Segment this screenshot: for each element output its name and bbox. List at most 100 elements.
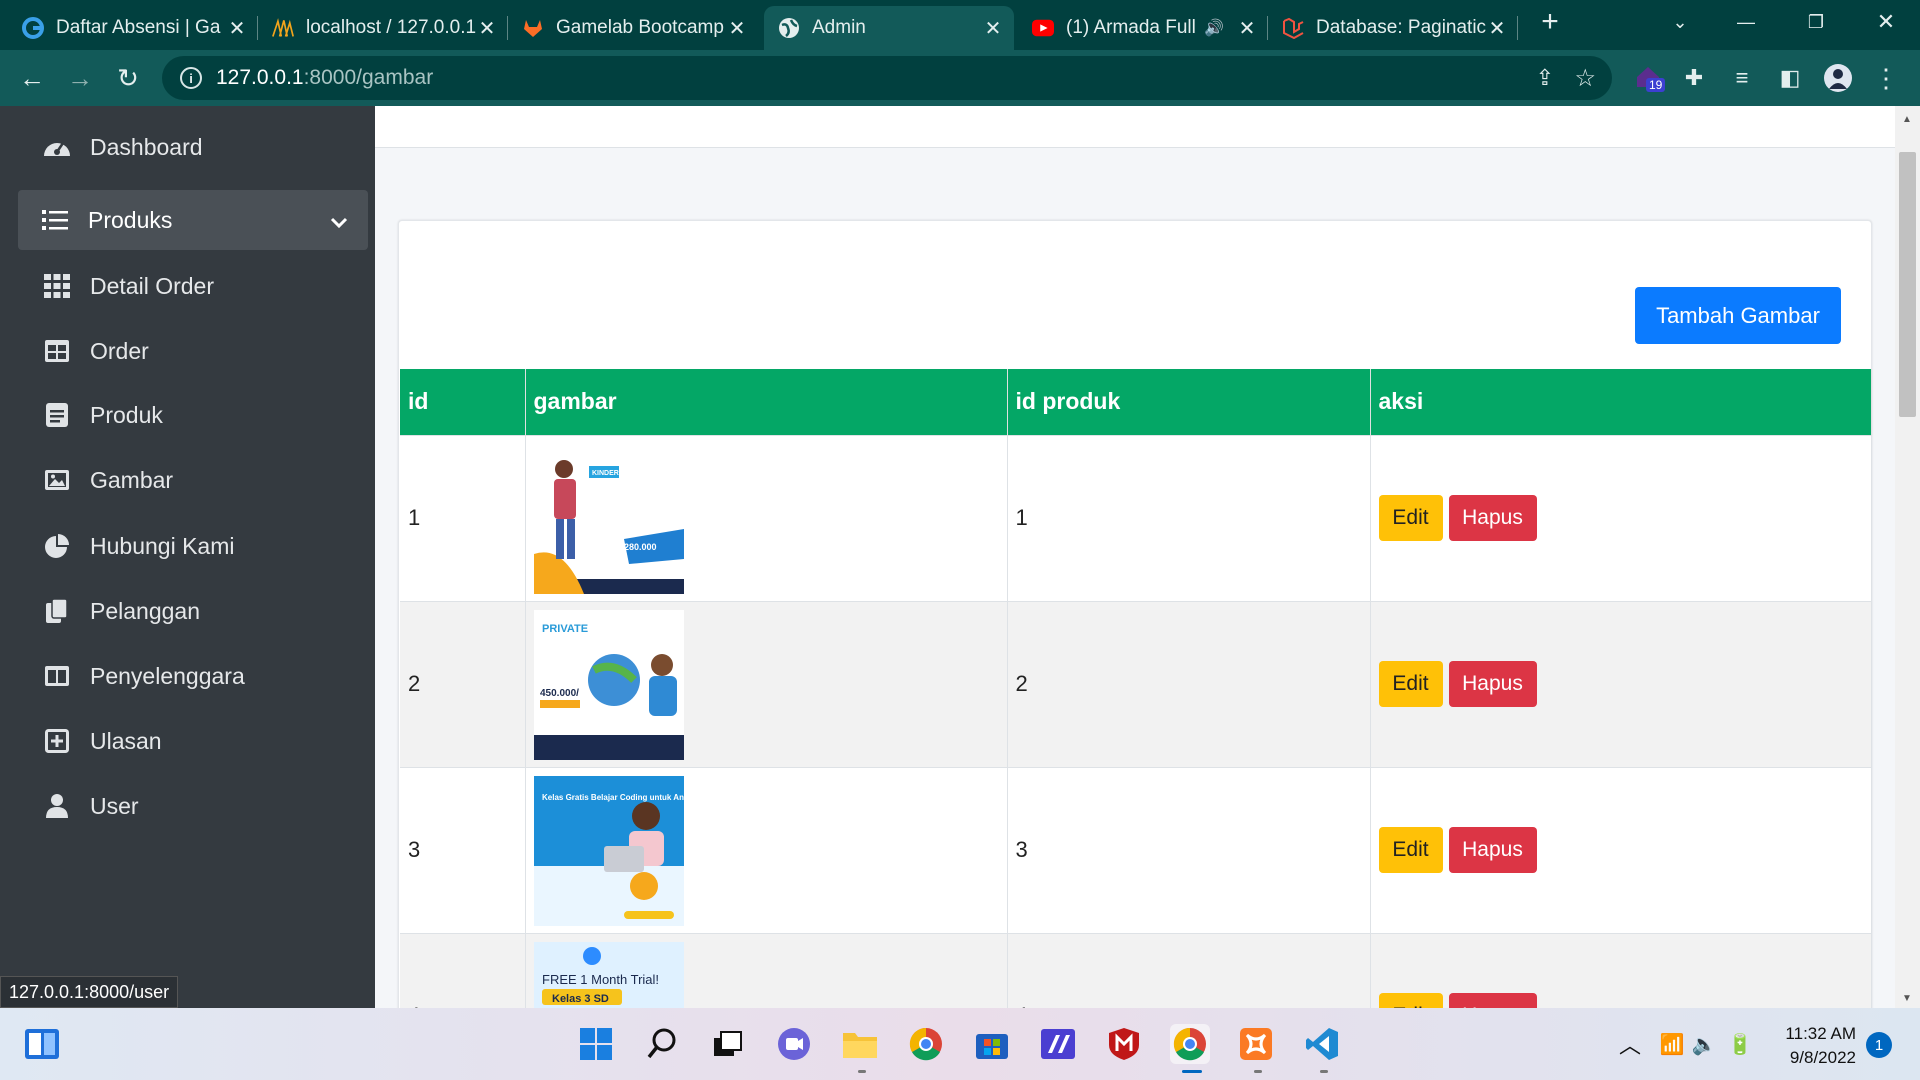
sidebar-item-ulasan[interactable]: Ulasan [18, 712, 368, 770]
close-tab-icon[interactable]: ✕ [726, 16, 748, 41]
new-tab-button[interactable]: + [1520, 0, 1580, 44]
back-arrow-icon[interactable]: ← [16, 62, 48, 94]
sidebar-item-hubungi-kami[interactable]: Hubungi Kami [18, 517, 368, 575]
plus-square-icon [42, 726, 72, 756]
bookmark-star-icon[interactable]: ☆ [1574, 64, 1596, 93]
columns-icon [42, 661, 72, 691]
vscode-icon[interactable] [1302, 1024, 1342, 1064]
task-view-icon[interactable] [708, 1024, 748, 1064]
youtube-favicon-icon [1032, 17, 1054, 39]
edit-button[interactable]: Edit [1378, 993, 1443, 1008]
table-row: 2 PRIVATE 450.000/ 2 Edit Hapus [400, 600, 1872, 767]
forward-arrow-icon[interactable]: → [64, 62, 96, 94]
tab-search-icon[interactable]: ⌄ [1650, 0, 1710, 44]
sidebar-item-label: Detail Order [90, 272, 214, 299]
close-tab-icon[interactable]: ✕ [226, 16, 248, 41]
extension-icon[interactable]: 19 [1632, 62, 1666, 94]
product-thumbnail-image[interactable]: KINDERGARTEN 280.000 [533, 444, 684, 594]
browser-tab-active[interactable]: Admin ✕ [764, 6, 1014, 50]
cell-gambar: KINDERGARTEN 280.000 [525, 434, 1008, 601]
tab-title: Gamelab Bootcamp [556, 17, 724, 38]
audio-playing-icon[interactable]: 🔊 [1204, 18, 1224, 38]
puzzle-extensions-icon[interactable]: ✚ [1678, 62, 1710, 94]
edit-button[interactable]: Edit [1378, 827, 1443, 873]
chevron-down-icon[interactable] [330, 209, 348, 236]
running-indicator [1182, 1070, 1202, 1073]
mcafee-icon[interactable] [1104, 1024, 1144, 1064]
chat-teams-icon[interactable] [774, 1024, 814, 1064]
media-control-icon[interactable]: ≡ [1726, 62, 1758, 94]
sidebar-item-label: Gambar [90, 466, 174, 493]
scroll-up-arrow-icon[interactable]: ▲ [1902, 114, 1912, 125]
admin-sidebar: Dashboard Produks Detail Order Order Pro… [0, 106, 375, 1008]
chrome-active-icon[interactable] [1170, 1024, 1210, 1064]
search-icon[interactable] [642, 1024, 682, 1064]
sidebar-item-pelanggan[interactable]: Pelanggan [18, 582, 368, 640]
xampp-icon[interactable] [1236, 1024, 1276, 1064]
widgets-icon[interactable] [22, 1024, 62, 1064]
product-thumbnail-image[interactable]: PRIVATE 450.000/ [533, 610, 684, 760]
start-windows-icon[interactable] [576, 1024, 616, 1064]
delete-button[interactable]: Hapus [1448, 495, 1537, 541]
volume-icon[interactable]: 🔈 [1684, 1024, 1724, 1064]
user-icon [42, 791, 72, 821]
close-tab-icon[interactable]: ✕ [982, 16, 1004, 41]
gitlab-favicon-icon [522, 17, 544, 39]
edit-button[interactable]: Edit [1378, 495, 1443, 541]
product-thumbnail-image[interactable]: FREE 1 Month Trial! Kelas 3 SD [533, 942, 684, 1008]
globe-favicon-icon [778, 17, 800, 39]
sidebar-item-detail-order[interactable]: Detail Order [18, 257, 368, 315]
chrome-menu-icon[interactable]: ⋮ [1870, 62, 1902, 94]
scroll-down-arrow-icon[interactable]: ▼ [1902, 993, 1912, 1004]
minimize-button[interactable]: — [1716, 0, 1776, 44]
sidebar-item-produk[interactable]: Produk [18, 386, 368, 444]
close-window-button[interactable]: ✕ [1856, 0, 1916, 44]
show-hidden-icons-chevron-icon[interactable]: ︿ [1610, 1024, 1650, 1064]
browser-tab[interactable]: (1) Armada Full 🔊 ✕ [1018, 6, 1268, 50]
browser-tab[interactable]: Daftar Absensi | Ga ✕ [8, 6, 258, 50]
sidebar-item-label: Pelanggan [90, 597, 200, 624]
close-tab-icon[interactable]: ✕ [1236, 16, 1258, 41]
cell-aksi: EditHapus [1370, 434, 1872, 601]
system-clock[interactable]: 11:32 AM 9/8/2022 [1776, 1022, 1856, 1070]
microsoft-store-icon[interactable] [972, 1024, 1012, 1064]
notification-badge[interactable]: 1 [1866, 1032, 1892, 1058]
browser-tab[interactable]: Database: Paginatic ✕ [1268, 6, 1518, 50]
tab-title: Daftar Absensi | Ga [56, 17, 221, 38]
sidebar-item-label: Hubungi Kami [90, 532, 235, 559]
share-icon[interactable]: ⇪ [1536, 65, 1554, 91]
site-info-icon[interactable]: i [180, 67, 202, 89]
restore-button[interactable]: ❐ [1786, 0, 1846, 44]
edit-button[interactable]: Edit [1378, 661, 1443, 707]
close-tab-icon[interactable]: ✕ [476, 16, 498, 41]
cell-aksi: EditHapus [1370, 600, 1872, 767]
product-thumbnail-image[interactable]: Kelas Gratis Belajar Coding untuk Anak [533, 776, 684, 926]
browser-tab[interactable]: localhost / 127.0.0.1 ✕ [258, 6, 508, 50]
profile-avatar[interactable] [1822, 62, 1854, 94]
scrollbar-thumb[interactable] [1899, 152, 1916, 417]
sidebar-item-penyelenggara[interactable]: Penyelenggara [18, 647, 368, 705]
phpmyadmin-favicon-icon [272, 17, 294, 39]
chrome-icon[interactable] [906, 1024, 946, 1064]
address-bar[interactable]: i 127.0.0.1:8000/gambar ⇪ ☆ [162, 56, 1612, 100]
browser-tab[interactable]: Gamelab Bootcamp ✕ [508, 6, 758, 50]
sidebar-item-order[interactable]: Order [18, 322, 368, 380]
side-panel-icon[interactable]: ◧ [1774, 62, 1806, 94]
cell-id: 4 [400, 932, 526, 1008]
sidebar-item-produks[interactable]: Produks [18, 190, 368, 250]
dashboard-icon [42, 132, 72, 162]
vm-app-icon[interactable] [1038, 1024, 1078, 1064]
delete-button[interactable]: Hapus [1448, 827, 1537, 873]
sidebar-item-gambar[interactable]: Gambar [18, 451, 368, 509]
reload-icon[interactable]: ↻ [112, 62, 144, 94]
content-header [375, 106, 1895, 148]
add-gambar-button[interactable]: Tambah Gambar [1635, 287, 1841, 344]
battery-icon[interactable]: 🔋 [1720, 1024, 1760, 1064]
delete-button[interactable]: Hapus [1448, 661, 1537, 707]
delete-button[interactable]: Hapus [1448, 993, 1537, 1008]
file-explorer-icon[interactable] [840, 1024, 880, 1064]
sidebar-item-dashboard[interactable]: Dashboard [18, 118, 368, 176]
close-tab-icon[interactable]: ✕ [1486, 16, 1508, 41]
cell-id-produk: 3 [1007, 766, 1371, 933]
sidebar-item-user[interactable]: User [18, 777, 368, 835]
